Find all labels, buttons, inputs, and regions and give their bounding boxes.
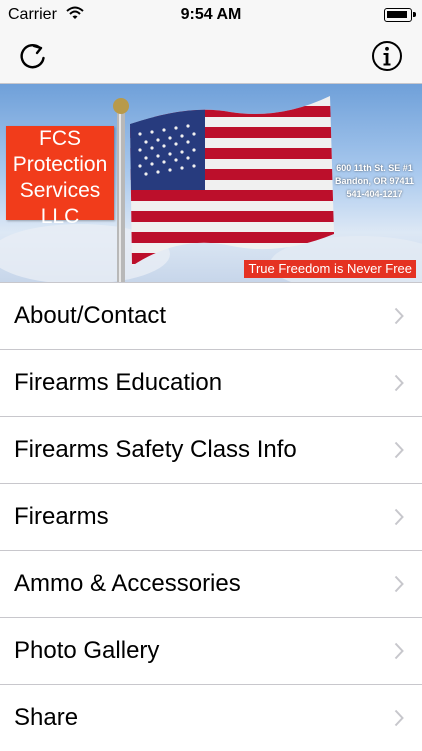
badge-line: Protection: [12, 153, 108, 176]
menu-item-safety-class-info[interactable]: Firearms Safety Class Info: [0, 416, 422, 483]
refresh-button[interactable]: [16, 39, 50, 73]
menu-item-label: Firearms: [14, 503, 109, 530]
refresh-icon: [20, 43, 45, 69]
chevron-right-icon: [394, 642, 404, 660]
chevron-right-icon: [394, 709, 404, 727]
info-button[interactable]: [370, 39, 404, 73]
menu-item-firearms[interactable]: Firearms: [0, 483, 422, 550]
menu-item-about-contact[interactable]: About/Contact: [0, 282, 422, 349]
menu-item-ammo-accessories[interactable]: Ammo & Accessories: [0, 550, 422, 617]
tagline-banner: True Freedom is Never Free: [244, 260, 416, 278]
menu-item-label: Firearms Safety Class Info: [14, 436, 297, 463]
chevron-right-icon: [394, 307, 404, 325]
chevron-right-icon: [394, 508, 404, 526]
menu-item-photo-gallery[interactable]: Photo Gallery: [0, 617, 422, 684]
phone-number: 541-404-1217: [346, 189, 403, 199]
badge-line: LLC: [40, 205, 80, 228]
company-logo-badge: FCS Protection Services LLC: [6, 126, 114, 228]
menu-item-firearms-education[interactable]: Firearms Education: [0, 349, 422, 416]
header-banner-image: FCS Protection Services LLC 600 11th St.…: [0, 84, 422, 282]
menu-item-label: Photo Gallery: [14, 637, 160, 664]
menu-item-label: Share: [14, 704, 79, 731]
badge-line: Services: [19, 179, 101, 202]
address-line: Bandon, OR 97411: [334, 176, 414, 186]
navigation-bar: [0, 30, 422, 84]
menu-item-label: About/Contact: [14, 302, 167, 329]
address-line: 600 11th St. SE #1: [336, 163, 413, 173]
menu-list: About/Contact Firearms Education Firearm…: [0, 282, 422, 751]
menu-item-label: Ammo & Accessories: [14, 570, 241, 597]
menu-item-share[interactable]: Share: [0, 684, 422, 751]
clock-label: 9:54 AM: [180, 6, 242, 23]
battery-icon: [384, 8, 416, 22]
address-block: 600 11th St. SE #1 Bandon, OR 97411 541-…: [335, 162, 414, 201]
badge-line: FCS: [39, 127, 81, 150]
menu-item-label: Firearms Education: [14, 369, 223, 396]
chevron-right-icon: [394, 441, 404, 459]
chevron-right-icon: [394, 374, 404, 392]
status-bar: Carrier 9:54 AM: [0, 0, 422, 30]
chevron-right-icon: [394, 575, 404, 593]
info-icon: [372, 41, 402, 71]
